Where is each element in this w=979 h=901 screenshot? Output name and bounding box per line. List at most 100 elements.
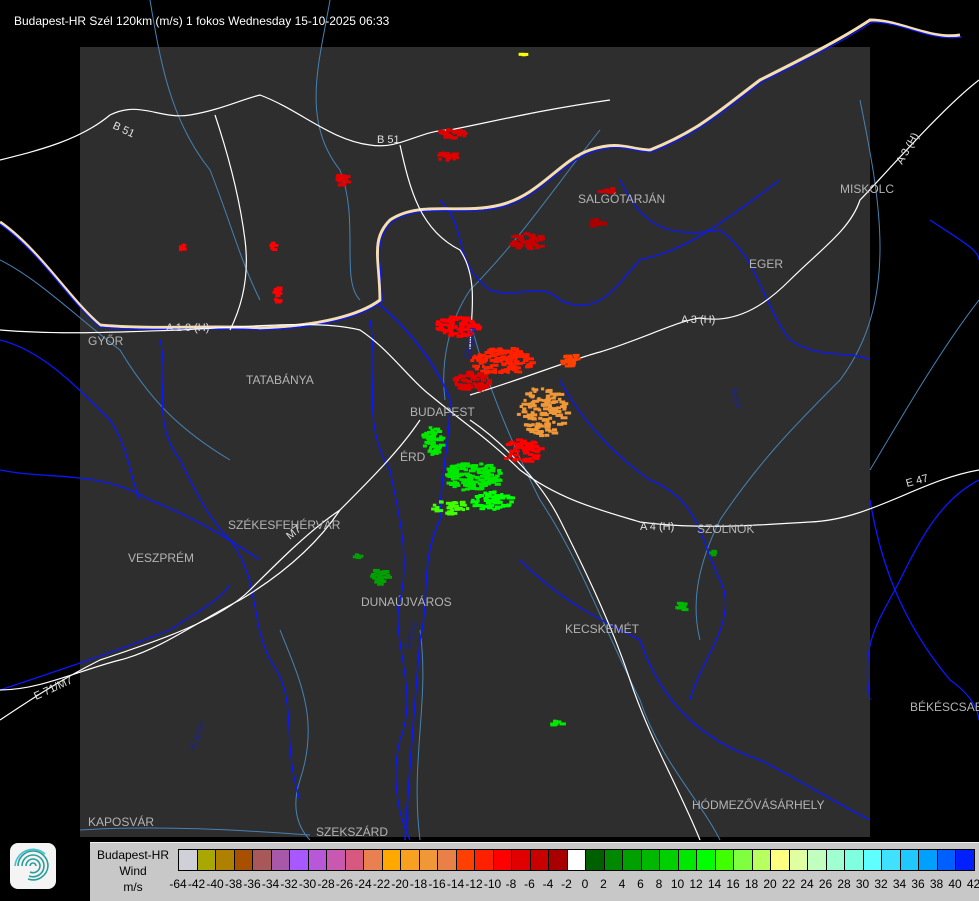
radar-echo-pixel <box>570 360 577 364</box>
legend-color-cell <box>475 850 494 870</box>
radar-echo-pixel <box>482 470 489 474</box>
radar-echo-pixel <box>513 359 518 363</box>
radar-echo-pixel <box>458 383 463 387</box>
radar-echo-pixel <box>478 478 485 482</box>
radar-echo-pixel <box>497 469 502 472</box>
legend-color-cell <box>882 850 901 870</box>
legend-tick-label: 6 <box>637 877 644 891</box>
radar-echo-pixel <box>494 494 501 498</box>
radar-echo-pixel <box>424 431 429 435</box>
legend-color-cell <box>234 850 253 870</box>
radar-echo-pixel <box>474 385 480 389</box>
radar-echo-pixel <box>276 299 283 303</box>
legend-color-cell <box>752 850 771 870</box>
radar-echo-pixel <box>432 503 437 507</box>
city-label-szekszard: SZEKSZÁRD <box>316 824 388 839</box>
radar-echo-pixel <box>449 326 454 330</box>
river-label-duna: Duna <box>402 806 413 830</box>
legend-tick-label: 8 <box>655 877 663 891</box>
legend-color-cell <box>456 850 475 870</box>
legend-tick-label: -6 <box>524 877 535 891</box>
radar-echo-pixel <box>523 353 530 357</box>
radar-echo-pixel <box>513 453 520 457</box>
city-label-kaposvar: KAPOSVÁR <box>88 814 154 829</box>
radar-echo-pixel <box>484 494 491 497</box>
radar-echo-pixel <box>446 467 452 471</box>
legend-tick-label: -64 <box>169 877 187 891</box>
radar-echo-pixel <box>523 359 529 362</box>
radar-echo-pixel <box>487 482 491 486</box>
radar-echo-pixel <box>525 392 531 396</box>
radar-echo-pixel <box>425 436 430 440</box>
radar-echo-pixel <box>505 349 513 353</box>
radar-echo-pixel <box>479 474 484 478</box>
radar-echo-pixel <box>335 175 343 178</box>
road-label-a3: A 3 (H) <box>681 314 715 326</box>
radar-echo-pixel <box>462 379 469 383</box>
radar-echo-pixel <box>548 388 553 392</box>
radar-echo-pixel <box>465 387 472 391</box>
legend-color-cell <box>678 850 697 870</box>
radar-echo-pixel <box>272 290 277 294</box>
radar-echo-pixel <box>451 317 457 321</box>
radar-echo-pixel <box>433 427 441 431</box>
radar-echo-pixel <box>453 511 458 515</box>
legend-color-cell <box>623 850 642 870</box>
legend-title: Budapest-HR Wind m/s <box>90 847 176 895</box>
radar-echo-pixel <box>531 404 537 408</box>
radar-echo-pixel <box>522 240 529 244</box>
radar-echo-pixel <box>452 378 460 382</box>
legend-color-cell <box>197 850 216 870</box>
radar-echo-pixel <box>470 464 477 468</box>
legend-tick-label: 32 <box>874 877 888 891</box>
legend-color-cell <box>345 850 364 870</box>
city-label-budapest: BUDAPEST <box>410 405 475 419</box>
radar-echo-pixel <box>521 52 529 56</box>
legend-tick-label: 34 <box>892 877 907 891</box>
legend-tick-label: 4 <box>618 877 626 891</box>
radar-echo-pixel <box>488 347 493 351</box>
radar-map[interactable]: SALGÓTARJÁN MISKOLC EGER TATABÁNYA BUDAP… <box>0 0 979 900</box>
radar-echo-pixel <box>459 472 464 476</box>
legend-tick-label: 36 <box>911 877 925 891</box>
radar-echo-pixel <box>538 244 545 248</box>
radar-echo-pixel <box>510 441 514 445</box>
radar-echo-pixel <box>525 243 531 247</box>
legend-tick-label: -24 <box>354 877 372 891</box>
radar-echo-pixel <box>482 504 488 508</box>
legend-tick-label: -30 <box>298 877 317 891</box>
radar-echo-pixel <box>482 374 488 378</box>
radar-echo-pixel <box>551 412 556 415</box>
radar-echo-pixel <box>441 323 447 327</box>
radar-echo-pixel <box>461 316 465 320</box>
radar-echo-pixel <box>513 234 518 238</box>
legend-tick-label: -34 <box>261 877 280 891</box>
radar-echo-pixel <box>452 501 457 504</box>
radar-echo-pixel <box>516 412 521 416</box>
legend-tick-label: 22 <box>781 877 796 891</box>
radar-echo-pixel <box>454 325 458 329</box>
radar-echo-pixel <box>446 329 452 333</box>
radar-echo-pixel <box>422 444 427 448</box>
radar-echo-pixel <box>513 366 519 370</box>
radar-echo-pixel <box>456 334 464 338</box>
radar-echo-pixel <box>678 603 683 607</box>
legend-color-cell <box>900 850 919 870</box>
radar-echo-pixel <box>466 507 470 511</box>
city-label-eger: EGER <box>749 257 783 271</box>
legend-tick-label: -12 <box>465 877 483 891</box>
radar-echo-pixel <box>565 360 570 364</box>
radar-echo-pixel <box>514 449 520 453</box>
radar-echo-pixel <box>463 483 467 487</box>
radar-echo-pixel <box>482 365 486 369</box>
radar-echo-pixel <box>500 493 504 496</box>
city-label-dunaujvaros: DUNAÚJVÁROS <box>361 594 452 609</box>
radar-echo-pixel <box>518 237 524 241</box>
radar-echo-pixel <box>538 447 545 451</box>
legend-color-cell <box>734 850 753 870</box>
legend-color-cell <box>438 850 457 870</box>
radar-echo-pixel <box>488 473 492 477</box>
omsz-logo <box>10 843 56 889</box>
radar-echo-pixel <box>533 407 540 411</box>
radar-echo-pixel <box>559 400 566 404</box>
